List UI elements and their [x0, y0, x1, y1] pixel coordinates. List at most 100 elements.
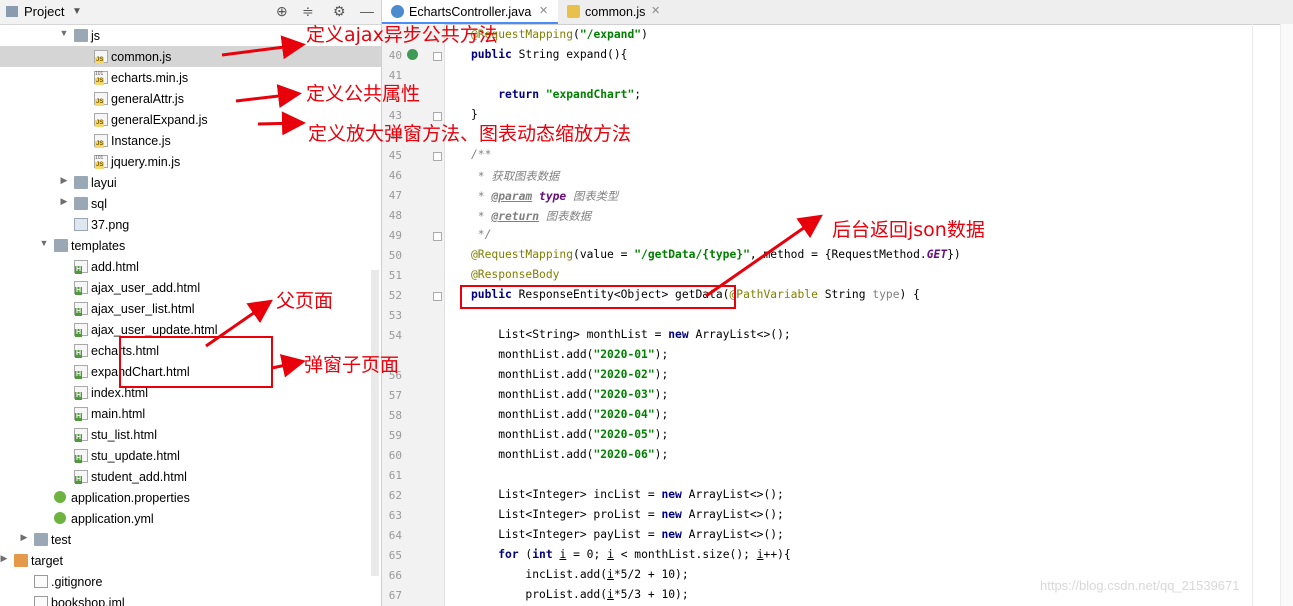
text-file-icon	[34, 596, 48, 606]
code-line: /**	[471, 148, 492, 161]
code-line: monthList.add("2020-03");	[471, 388, 669, 401]
code-line: for (int i = 0; i < monthList.size(); i+…	[498, 548, 791, 561]
crosshair-icon[interactable]: ⊕	[276, 3, 288, 19]
chevron-right-icon[interactable]: ▶	[58, 175, 70, 186]
tree-item[interactable]: ▶ layui	[0, 172, 381, 193]
run-gutter-icon[interactable]	[407, 49, 418, 60]
tab-label: common.js	[585, 5, 646, 19]
chevron-down-icon[interactable]: ▼	[38, 238, 50, 248]
tree-item-label: add.html	[91, 260, 139, 274]
chevron-right-icon[interactable]: ▶	[18, 532, 30, 543]
fold-marker-icon[interactable]	[433, 292, 442, 301]
collapse-all-icon[interactable]: ≑	[302, 3, 314, 19]
code-line: monthList.add("2020-02");	[471, 368, 669, 381]
watermark: https://blog.csdn.net/qq_21539671	[1040, 578, 1240, 593]
code-line: @ResponseBody	[471, 268, 560, 281]
chevron-down-icon[interactable]: ▼	[58, 28, 70, 38]
hide-icon[interactable]: —	[360, 3, 374, 19]
spring-config-icon	[54, 491, 66, 503]
editor-gutter: 40 41 43 44 45 46 47 48 49 50 51 52 53 54 56 57 58 59 60 61…	[382, 24, 445, 606]
chevron-right-icon[interactable]: ▶	[58, 196, 70, 207]
tree-item[interactable]: stu_update.html	[0, 445, 381, 466]
line-number: 50	[388, 249, 402, 262]
tree-item[interactable]: ▼ templates	[0, 235, 381, 256]
java-class-icon	[391, 5, 404, 18]
folder-icon	[74, 197, 88, 210]
folder-icon	[14, 554, 28, 567]
tree-item[interactable]: jquery.min.js	[0, 151, 381, 172]
code-line: List<String> monthList = new ArrayList<>…	[471, 328, 791, 341]
html-file-icon	[74, 470, 88, 484]
tree-item[interactable]: application.yml	[0, 508, 381, 529]
fold-marker-icon[interactable]	[433, 152, 442, 161]
annotation-popup-page: 弹窗子页面	[304, 354, 400, 376]
html-file-icon	[74, 386, 88, 400]
fold-marker-icon[interactable]	[433, 232, 442, 241]
code-line: proList.add(i*5/3 + 10);	[471, 588, 689, 601]
tree-item[interactable]: ▶ test	[0, 529, 381, 550]
tree-item[interactable]: bookshop.iml	[0, 592, 381, 606]
code-line: monthList.add("2020-05");	[471, 428, 669, 441]
annotation-general-expand: 定义放大弹窗方法、图表动态缩放方法	[308, 123, 632, 145]
chevron-down-icon[interactable]: ▼	[72, 4, 82, 20]
line-number: 61	[388, 469, 402, 482]
tree-item[interactable]: common.js	[0, 46, 381, 67]
line-number: 47	[388, 189, 402, 202]
tree-item-label: bookshop.iml	[51, 596, 125, 606]
html-file-icon	[74, 323, 88, 337]
code-line: public String expand(){	[471, 48, 628, 61]
line-number: 62	[388, 489, 402, 502]
spring-config-icon	[54, 512, 66, 524]
editor-tab-bar: EchartsController.java ✕ common.js ✕	[382, 0, 1293, 25]
folder-icon	[74, 29, 88, 42]
tree-item[interactable]: 37.png	[0, 214, 381, 235]
html-file-icon	[74, 260, 88, 274]
project-view-icon	[6, 6, 18, 17]
editor-scrollbar[interactable]	[1280, 24, 1293, 606]
line-number: 40	[388, 49, 402, 62]
code-line: List<Integer> proList = new ArrayList<>(…	[471, 508, 784, 521]
tree-item[interactable]: stu_list.html	[0, 424, 381, 445]
js-file-icon	[567, 5, 580, 18]
close-icon[interactable]: ✕	[651, 4, 660, 17]
tab-label: EchartsController.java	[409, 5, 532, 19]
js-file-icon	[94, 50, 108, 64]
code-area[interactable]: @RequestMapping("/expand") public String …	[445, 24, 1245, 606]
tree-item-label: jquery.min.js	[111, 155, 181, 169]
close-icon[interactable]: ✕	[539, 4, 548, 17]
tree-item-label: stu_update.html	[91, 449, 180, 463]
tree-item[interactable]: main.html	[0, 403, 381, 424]
annotation-parent-page: 父页面	[276, 290, 334, 312]
html-file-icon	[74, 344, 88, 358]
tree-item[interactable]: application.properties	[0, 487, 381, 508]
tree-item-label: js	[91, 29, 101, 43]
image-file-icon	[74, 218, 88, 231]
tree-item-label: main.html	[91, 407, 146, 421]
tree-item[interactable]: add.html	[0, 256, 381, 277]
tree-scrollbar[interactable]	[371, 270, 379, 576]
tree-item-label: target	[31, 554, 63, 568]
tree-item-label: test	[51, 533, 72, 547]
tab-common-js[interactable]: common.js ✕	[559, 0, 669, 24]
tree-item[interactable]: ▶ sql	[0, 193, 381, 214]
line-number: 59	[388, 429, 402, 442]
chevron-right-icon[interactable]: ▶	[0, 553, 10, 564]
html-file-icon	[74, 281, 88, 295]
tree-item-label: index.html	[91, 386, 148, 400]
tree-item[interactable]: ▶ target	[0, 550, 381, 571]
fold-marker-icon[interactable]	[433, 52, 442, 61]
code-line: monthList.add("2020-01");	[471, 348, 669, 361]
js-file-icon	[94, 113, 108, 127]
tree-item[interactable]: student_add.html	[0, 466, 381, 487]
tree-item-label: echarts.min.js	[111, 71, 189, 85]
line-number: 48	[388, 209, 402, 222]
project-title[interactable]: Project	[24, 4, 64, 19]
line-number: 67	[388, 589, 402, 602]
gear-icon[interactable]: ⚙	[333, 3, 346, 19]
tree-item[interactable]: .gitignore	[0, 571, 381, 592]
right-margin-guide	[1252, 24, 1253, 606]
code-line: List<Integer> incList = new ArrayList<>(…	[471, 488, 784, 501]
tree-item-label: application.yml	[71, 512, 154, 526]
js-file-icon	[94, 92, 108, 106]
line-number: 64	[388, 529, 402, 542]
